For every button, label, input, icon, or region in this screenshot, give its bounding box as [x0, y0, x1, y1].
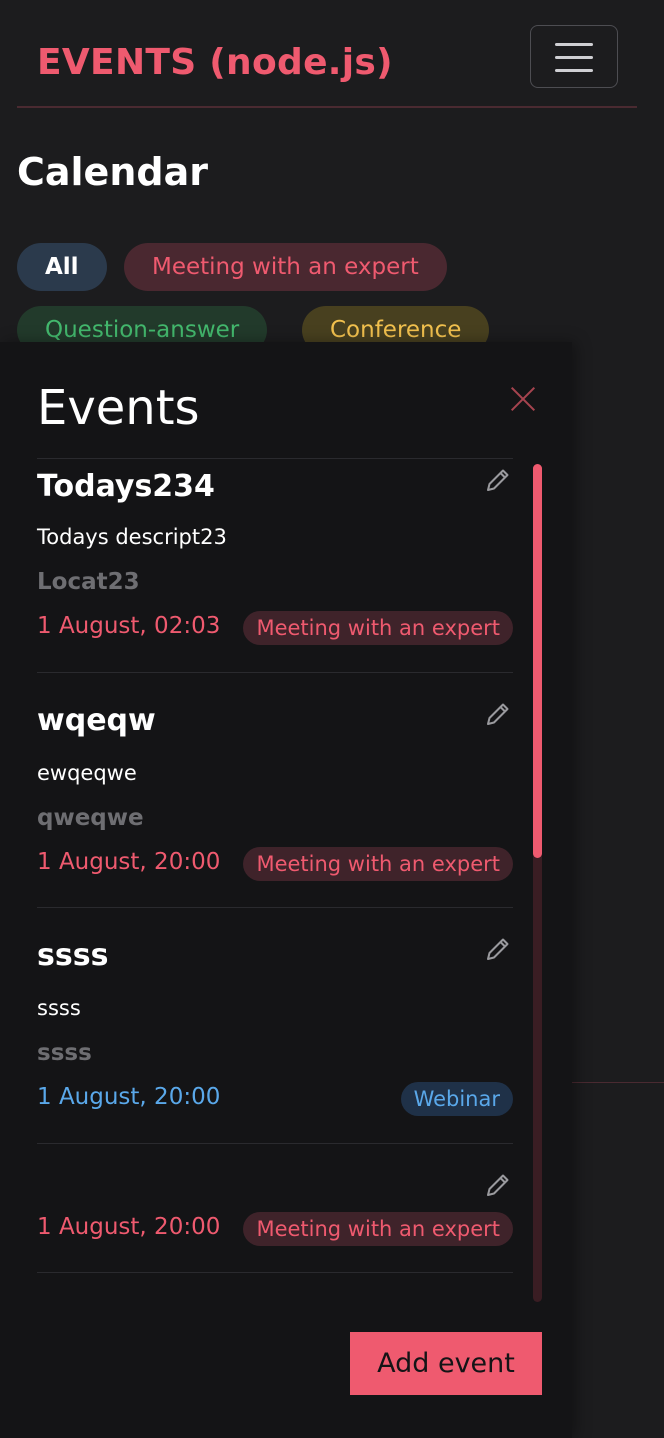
brand-title[interactable]: EVENTS (node.js): [37, 42, 393, 83]
event-date: 1 August, 02:03: [37, 613, 221, 639]
event-location: ssss: [37, 1040, 92, 1066]
event-description: Todays descript23: [37, 525, 227, 549]
scrollbar-track[interactable]: [533, 464, 542, 1302]
menu-toggle-button[interactable]: [530, 25, 618, 88]
event-category-badge: Meeting with an expert: [243, 611, 513, 645]
event-location: qweqwe: [37, 805, 144, 831]
event-item: wqeqw ewqeqwe qweqwe 1 August, 20:00 Mee…: [37, 672, 513, 907]
event-date: 1 August, 20:00: [37, 849, 221, 875]
events-offcanvas: Events Todays234 Todays descript23 Locat…: [0, 342, 572, 1438]
event-item: 1 August, 20:00 Meeting with an expert: [37, 1143, 513, 1273]
event-date: 1 August, 20:00: [37, 1084, 221, 1110]
event-item: ssss ssss ssss 1 August, 20:00 Webinar: [37, 907, 513, 1143]
event-date: 1 August, 20:00: [37, 1214, 221, 1240]
pencil-icon[interactable]: [483, 699, 513, 729]
event-title: Todays234: [37, 469, 215, 504]
filter-all-chip[interactable]: All: [17, 243, 107, 291]
filter-meeting-chip[interactable]: Meeting with an expert: [124, 243, 447, 291]
event-category-badge: Webinar: [400, 1082, 513, 1116]
event-description: ssss: [37, 996, 81, 1020]
event-title: wqeqw: [37, 703, 156, 738]
add-event-button[interactable]: Add event: [350, 1332, 542, 1395]
pencil-icon[interactable]: [483, 1170, 513, 1200]
event-title: ssss: [37, 938, 109, 973]
event-category-badge: Meeting with an expert: [243, 1212, 513, 1246]
offcanvas-title: Events: [37, 380, 200, 436]
event-list: Todays234 Todays descript23 Locat23 1 Au…: [0, 458, 572, 1300]
event-location: Locat23: [37, 569, 140, 595]
pencil-icon[interactable]: [483, 465, 513, 495]
divider: [572, 1082, 664, 1083]
navbar: EVENTS (node.js): [17, 0, 637, 108]
calendar-title: Calendar: [17, 150, 208, 194]
event-category-badge: Meeting with an expert: [243, 847, 513, 881]
event-description: ewqeqwe: [37, 761, 137, 785]
close-icon[interactable]: [506, 382, 540, 416]
scrollbar-thumb[interactable]: [533, 464, 542, 858]
pencil-icon[interactable]: [483, 934, 513, 964]
event-item: Todays234 Todays descript23 Locat23 1 Au…: [37, 458, 513, 672]
